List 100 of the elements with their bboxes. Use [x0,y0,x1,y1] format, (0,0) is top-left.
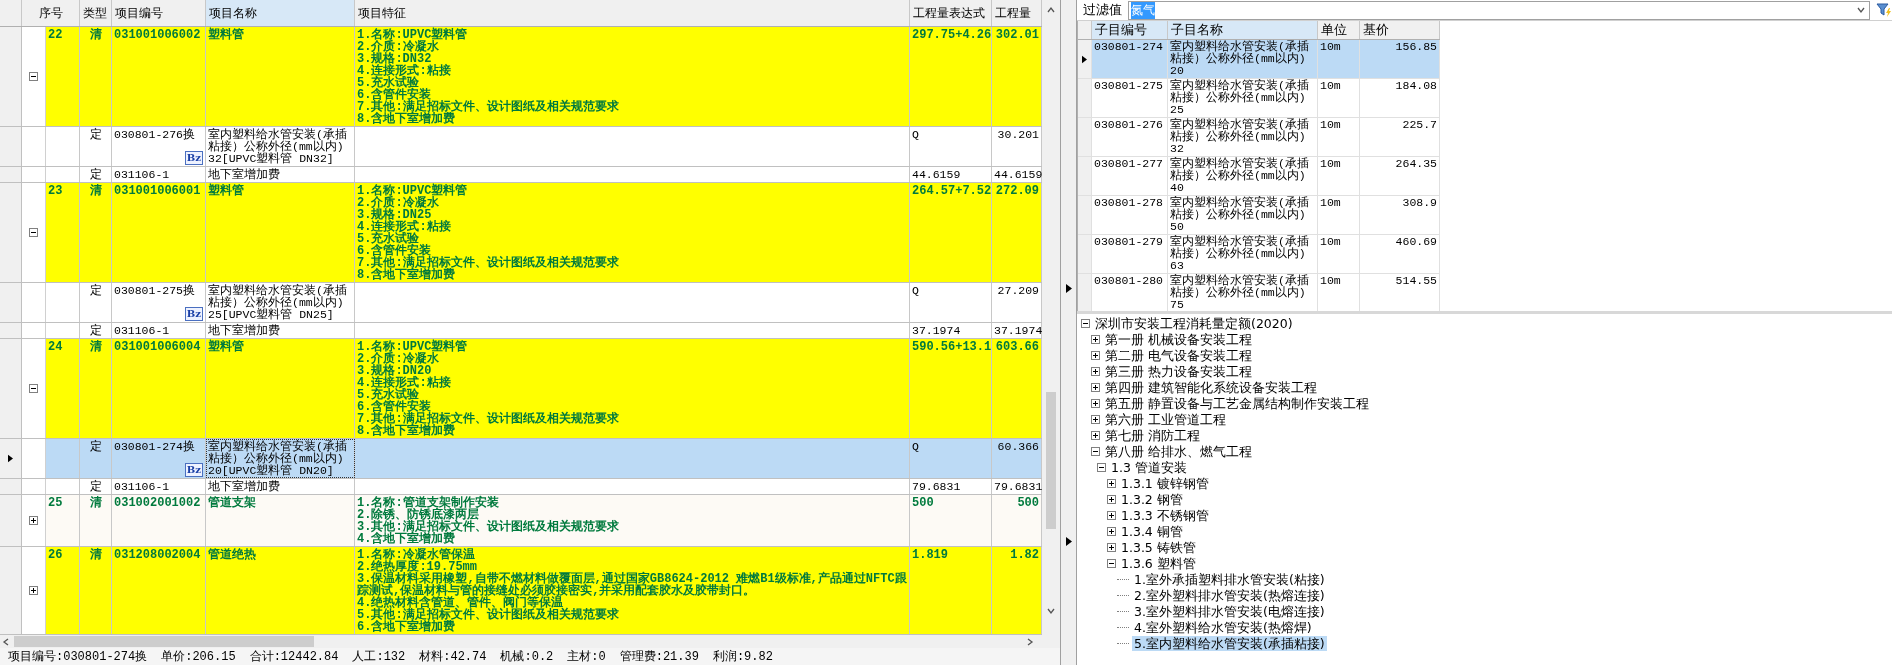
quota-row[interactable]: 定 030801-274换 Bz 室内塑料给水管安装(承插 粘接）公称外径(mm以内) 20[UPVC塑料管 DN20] Q 60.366 [0,439,1042,479]
status-item: 材料:42.74 [419,649,487,665]
tree-item[interactable]: 第二册 电气设备安装工程 [1103,347,1254,363]
table-cell: 室内塑料给水管安装(承插 粘接）公称外径(mm以内) 32 [1168,118,1318,156]
bill-row[interactable]: 23 清 031001006001 塑料管 1.名称:UPVC塑料管 2.介质:冷凝水 3.规格:DN25 4.连接形式:粘接 5.充水试验 6.含管件安装 7.其他:满足招标文件、设计图纸及相关规范要求 8.含地下室增加费 264.57+7.52 272.09 [0,183,1042,283]
column-header[interactable]: 子目名称 [1168,21,1318,39]
tree-item[interactable]: 1.3.5 铸铁管 [1119,539,1198,555]
table-cell: 室内塑料给水管安装(承插 粘接）公称外径(mm以内) 32[UPVC塑料管 DN32] [206,127,355,166]
collapse-icon[interactable] [1081,318,1090,328]
tree-item[interactable]: 1.3.4 铜管 [1119,523,1185,539]
tree-item[interactable]: 4.室外塑料给水管安装(热熔焊) [1132,619,1314,635]
quota-row[interactable]: 定 031106-1 地下室增加费 79.6831 79.6831 [0,479,1042,495]
table-cell: 1.819 [910,547,992,634]
scroll-thumb[interactable] [1046,392,1056,529]
tree-item[interactable]: 第三册 热力设备安装工程 [1103,363,1254,379]
quota-row[interactable]: 定 031106-1 地下室增加费 37.1974 37.1974 [0,323,1042,339]
column-header[interactable]: 子目编号 [1092,21,1168,39]
bill-row[interactable] [0,547,1042,635]
table-cell: 030801-275 [1092,79,1168,117]
horizontal-scrollbar[interactable] [0,635,1060,648]
bill-row[interactable]: 25 清 031002001002 管道支架 1.名称:管道支架制作安装 2.除锈、防锈底漆两层 3.其他:满足招标文件、设计图纸及相关规范要求 4.含地下室增加费 500 500 [0,495,1042,547]
table-cell: 031106-1 [112,167,206,182]
scroll-left-icon[interactable] [2,637,10,646]
tree-item[interactable]: 第五册 静置设备与工艺金属结构制作安装工程 [1103,395,1371,411]
quota-row[interactable]: 030801-275 室内塑料给水管安装(承插 粘接）公称外径(mm以内) 25 10m 184.08 [1078,79,1440,118]
quota-row[interactable]: 定 030801-276换 Bz 室内塑料给水管安装(承插 粘接）公称外径(mm以内) 32[UPVC塑料管 DN32] Q 30.201 [0,127,1042,167]
table-cell: 030801-276 [1092,118,1168,156]
quota-row[interactable]: 030801-276 室内塑料给水管安装(承插 粘接）公称外径(mm以内) 32 10m 225.7 [1078,118,1440,157]
expand-icon[interactable] [29,516,38,525]
expand-icon[interactable] [1091,366,1100,376]
tree-item[interactable]: 第一册 机械设备安装工程 [1103,331,1254,347]
table-cell: 264.35 [1360,157,1440,195]
scroll-down-icon[interactable] [1047,607,1055,615]
bill-row[interactable]: 24 清 031001006004 塑料管 1.名称:UPVC塑料管 2.介质:冷凝水 3.规格:DN20 4.连接形式:粘接 5.充水试验 6.含管件安装 7.其他:满足招标文件、设计图纸及相关规范要求 8.含地下室增加费 590.56+13.1 603.66 [0,339,1042,439]
scroll-thumb[interactable] [14,636,314,647]
expand-icon[interactable] [1091,398,1100,408]
row-header[interactable] [0,439,22,478]
tree-item[interactable]: 第七册 消防工程 [1103,427,1202,443]
tree-item[interactable]: 5.室内塑料给水管安装(承插粘接) [1132,635,1327,651]
table-cell: 10m [1318,79,1360,117]
expand-icon[interactable] [1107,510,1116,520]
tree-item[interactable]: 1.室外承插塑料排水管安装(粘接) [1132,571,1327,587]
quota-row[interactable]: 030801-279 室内塑料给水管安装(承插 粘接）公称外径(mm以内) 63 10m 460.69 [1078,235,1440,274]
filter-icon[interactable] [1876,2,1892,18]
table-cell: 264.57+7.52 [910,183,992,282]
table-cell: 10m [1318,274,1360,311]
tree-item[interactable]: 3.室外塑料排水管安装(电熔连接) [1132,603,1327,619]
table-cell: 184.08 [1360,79,1440,117]
dropdown-icon[interactable] [1857,6,1865,14]
status-item: 人工:132 [352,649,406,665]
vertical-scrollbar[interactable] [1042,0,1060,635]
expand-icon[interactable] [29,586,38,595]
column-header[interactable]: 项目名称 [206,0,355,26]
tree-item[interactable]: 2.室外塑料排水管安装(热熔连接) [1132,587,1327,603]
tree-item[interactable]: 1.3 管道安装 [1109,459,1189,475]
tree-item[interactable]: 1.3.3 不锈钢管 [1119,507,1211,523]
table-cell: 500 [910,495,992,546]
table-cell: 460.69 [1360,235,1440,273]
bill-row[interactable]: 22 清 031001006002 塑料管 1.名称:UPVC塑料管 2.介质:冷凝水 3.规格:DN32 4.连接形式:粘接 5.充水试验 6.含管件安装 7.其他:满足招标文件、设计图纸及相关规范要求 8.含地下室增加费 297.75+4.26 302.01 [0,27,1042,127]
table-cell: 031001006004 [112,339,206,438]
collapse-icon[interactable] [1091,446,1100,456]
tree-item[interactable]: 1.3.2 钢管 [1119,491,1185,507]
quota-row[interactable]: 030801-278 室内塑料给水管安装(承插 粘接）公称外径(mm以内) 50 10m 308.9 [1078,196,1440,235]
expand-icon[interactable] [1091,334,1100,344]
expand-icon[interactable] [1091,350,1100,360]
expand-icon[interactable] [1091,382,1100,392]
quota-row[interactable]: 030801-274 室内塑料给水管安装(承插 粘接）公称外径(mm以内) 20 10m 156.85 [1078,40,1440,79]
quota-row[interactable]: 定 031106-1 地下室增加费 44.6159 44.6159 [0,167,1042,183]
quota-row[interactable]: 030801-280 室内塑料给水管安装(承插 粘接）公称外径(mm以内) 75 10m 514.55 [1078,274,1440,311]
expand-icon[interactable] [1107,542,1116,552]
quota-row[interactable]: 030801-277 室内塑料给水管安装(承插 粘接）公称外径(mm以内) 40 10m 264.35 [1078,157,1440,196]
table-cell: 10m [1318,235,1360,273]
table-cell: 塑料管 [206,339,355,438]
expand-icon[interactable] [1107,494,1116,504]
tree-item[interactable]: 深圳市安装工程消耗量定额(2020) [1093,315,1295,331]
expand-icon[interactable] [1091,430,1100,440]
tree-item[interactable]: 1.3.1 镀锌钢管 [1119,475,1211,491]
collapse-icon[interactable] [29,72,38,81]
collapse-icon[interactable] [1107,558,1116,568]
column-header[interactable]: 类型 [80,0,112,26]
scroll-up-icon[interactable] [1047,6,1055,14]
expand-icon[interactable] [1107,478,1116,488]
collapse-icon[interactable] [29,384,38,393]
tree-item[interactable]: 1.3.6 塑料管 [1119,555,1198,571]
column-header[interactable]: 项目特征 [355,0,910,26]
feature-cell: 1.名称:管道支架制作安装 2.除锈、防锈底漆两层 3.其他:满足招标文件、设计图纸及相关规范要求 4.含地下室增加费 [355,495,910,546]
tree-item[interactable]: 第四册 建筑智能化系统设备安装工程 [1103,379,1319,395]
tree-item[interactable]: 第六册 工业管道工程 [1103,411,1228,427]
quota-row[interactable]: 定 030801-275换 Bz 室内塑料给水管安装(承插 粘接）公称外径(mm以内) 25[UPVC塑料管 DN25] Q 27.209 [0,283,1042,323]
column-header[interactable]: 工程量 [992,0,1042,26]
column-header[interactable]: 基价 [1360,21,1440,39]
collapse-icon[interactable] [1097,462,1106,472]
tree-item[interactable]: 第八册 给排水、燃气工程 [1103,443,1254,459]
column-header[interactable]: 项目编号 [112,0,206,26]
column-header[interactable]: 单位 [1318,21,1360,39]
expand-icon[interactable] [1091,414,1100,424]
scroll-right-icon[interactable] [1026,637,1034,646]
collapse-icon[interactable] [29,228,38,237]
expand-icon[interactable] [1107,526,1116,536]
column-header[interactable]: 工程量表达式 [910,0,992,26]
